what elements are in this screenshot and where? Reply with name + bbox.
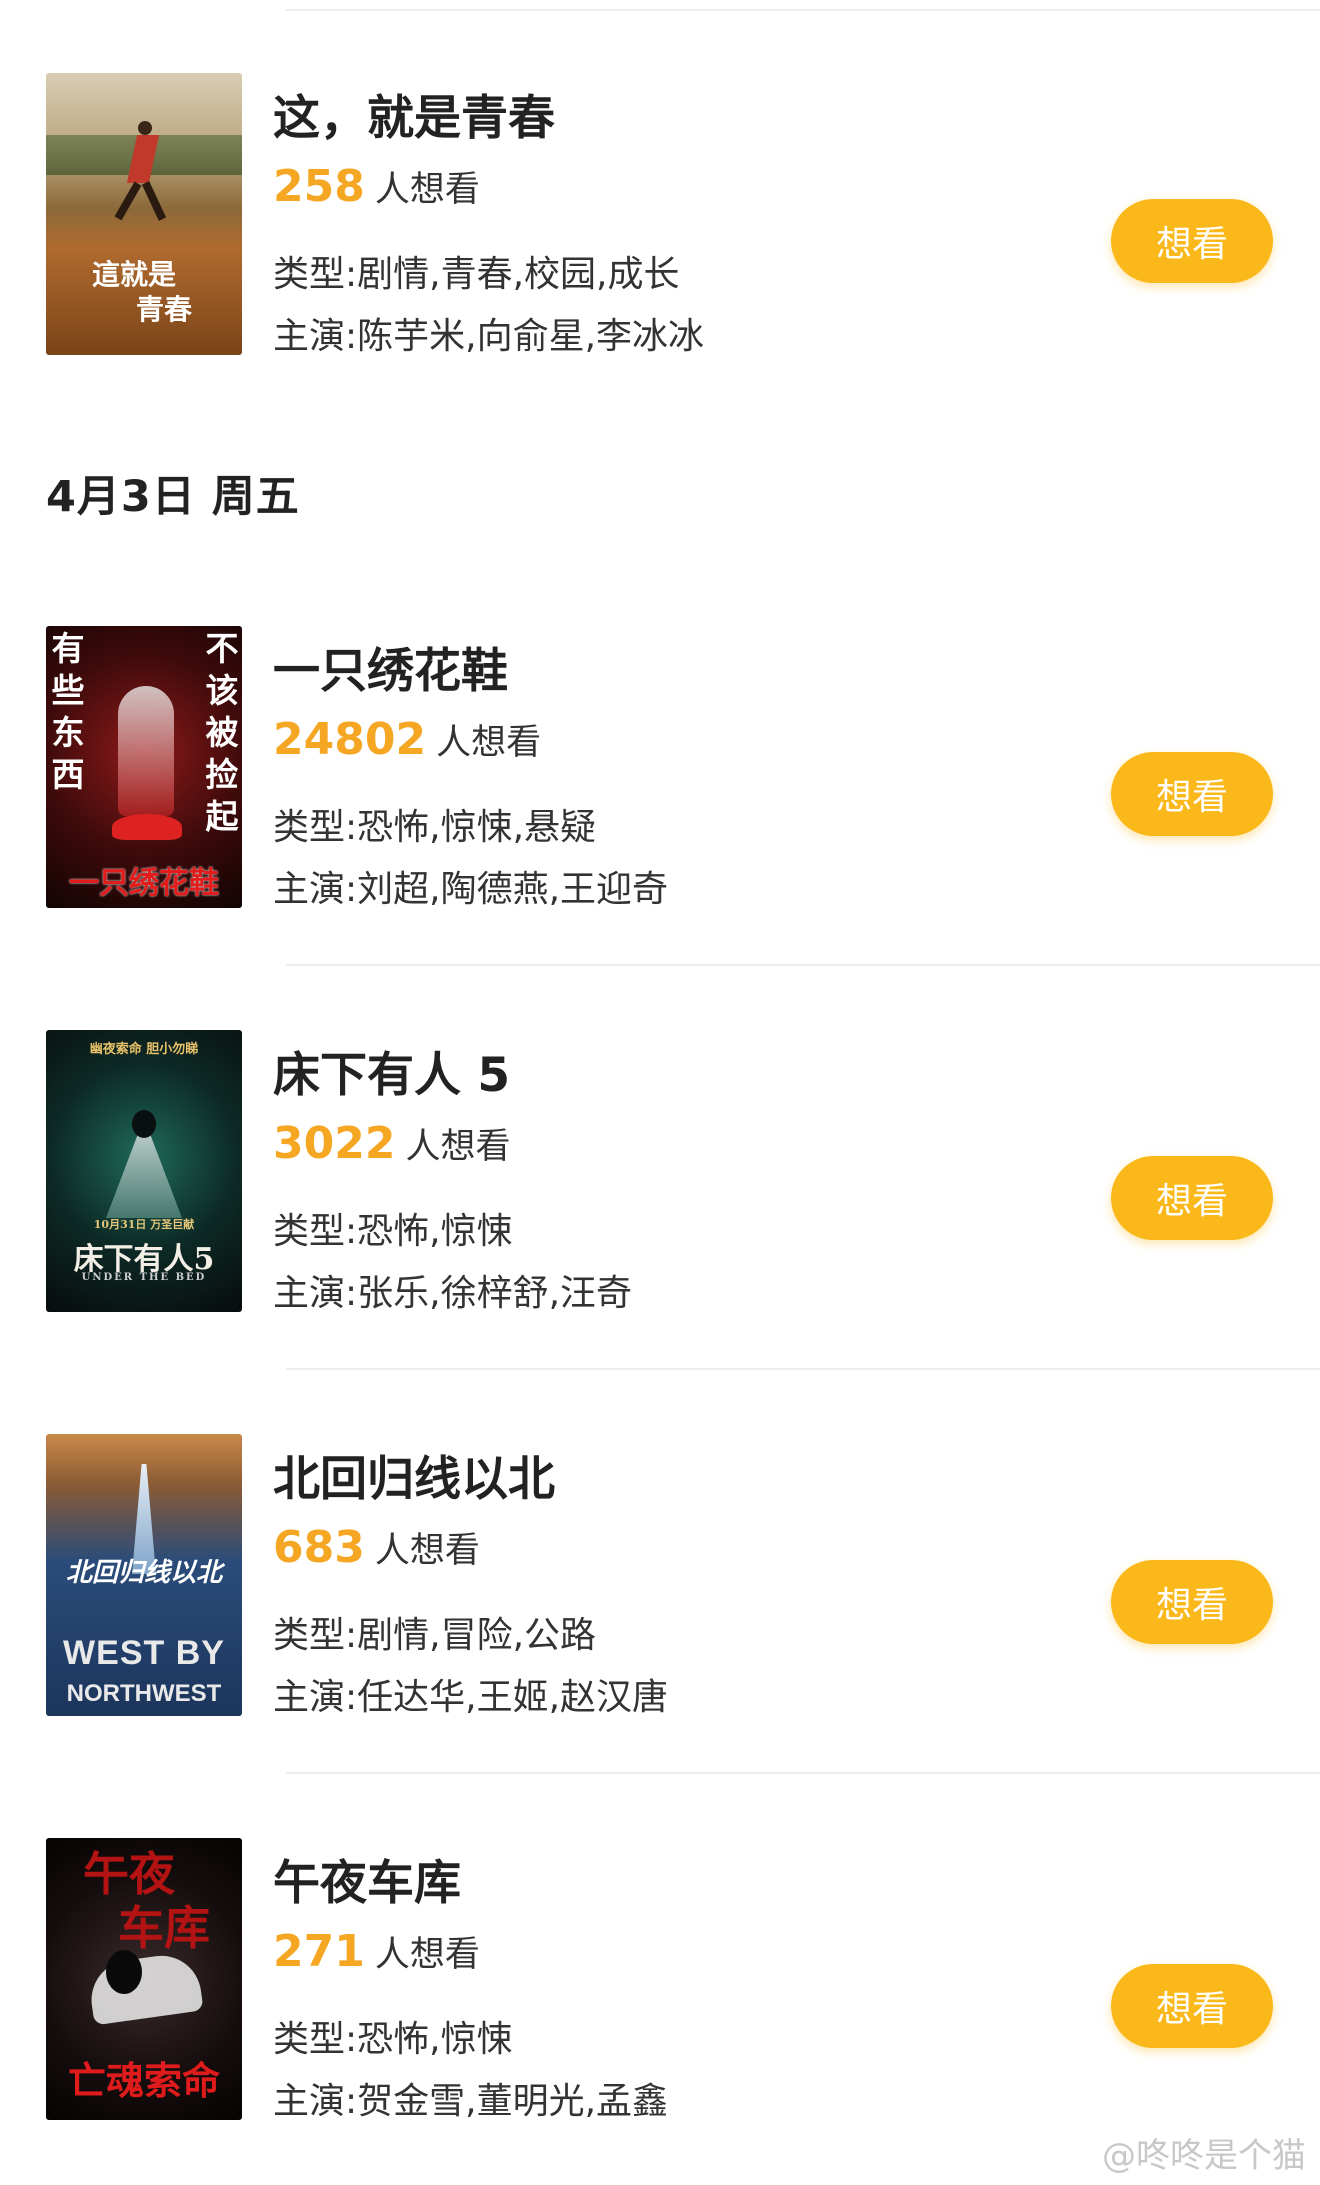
want-suffix: 人想看 [374,170,480,210]
want-button[interactable]: 想看 [1111,199,1273,283]
poster-text: 不该被捡起 [205,629,239,836]
want-count-row: 3022 人想看 [273,1118,510,1169]
movie-genre: 类型:剧情,青春,校园,成长 [273,254,680,295]
want-suffix: 人想看 [374,1935,480,1975]
divider [286,9,1320,11]
divider [286,964,1320,966]
movie-cast: 主演:贺金雪,董明光,孟鑫 [273,2081,669,2122]
movie-cast: 主演:陈芋米,向俞星,李冰冰 [273,316,705,357]
want-button[interactable]: 想看 [1111,1156,1273,1240]
movie-title[interactable]: 北回归线以北 [273,1440,555,1509]
poster-text: UNDER THE BED [81,1272,207,1283]
movie-title[interactable]: 床下有人 5 [273,1036,510,1105]
movie-poster[interactable]: 有些东西 不该被捡起 一只绣花鞋 [46,626,242,908]
movie-item[interactable]: 這就是 青春 这，就是青春 258 人想看 类型:剧情,青春,校园,成长 主演:陈… [0,73,1320,358]
movie-genre: 类型:剧情,冒险,公路 [273,1615,597,1656]
movie-cast: 主演:任达华,王姬,赵汉唐 [273,1677,669,1718]
want-button[interactable]: 想看 [1111,1560,1273,1644]
want-count: 3022 [273,1118,396,1169]
movie-cast: 主演:张乐,徐梓舒,汪奇 [273,1273,633,1314]
poster-text: 亡魂索命 [67,2058,220,2103]
movie-title[interactable]: 一只绣花鞋 [273,632,508,701]
want-button[interactable]: 想看 [1111,1964,1273,2048]
movie-cast: 主演:刘超,陶德燕,王迎奇 [273,869,669,910]
poster-text: 幽夜索命 胆小勿睇 [89,1042,199,1057]
movie-poster[interactable]: 這就是 青春 [46,73,242,355]
want-suffix: 人想看 [436,723,542,763]
movie-title[interactable]: 午夜车库 [273,1844,461,1913]
poster-text: 车库 [118,1901,210,1955]
movie-poster[interactable]: 午夜 车库 亡魂索命 [46,1838,242,2120]
movie-poster[interactable]: 北回归线以北 WEST BY NORTHWEST [46,1434,242,1716]
watermark: @咚咚是个猫 [1102,2136,1306,2176]
want-count: 683 [273,1522,365,1573]
poster-text: 青春 [135,293,192,326]
movie-poster[interactable]: 幽夜索命 胆小勿睇 10月31日 万圣巨献 床下有人5 UNDER THE BE… [46,1030,242,1312]
poster-text: 一只绣花鞋 [69,866,219,901]
movie-item[interactable]: 幽夜索命 胆小勿睇 10月31日 万圣巨献 床下有人5 UNDER THE BE… [0,1030,1320,1315]
poster-text: NORTHWEST [66,1680,222,1707]
movie-title[interactable]: 这，就是青春 [273,79,555,148]
want-count: 24802 [273,714,427,765]
want-count-row: 683 人想看 [273,1522,480,1573]
divider [286,1772,1320,1774]
want-suffix: 人想看 [374,1531,480,1571]
want-suffix: 人想看 [405,1127,511,1167]
poster-text: WEST BY [63,1634,225,1672]
poster-text: 有些东西 [51,629,85,794]
want-button[interactable]: 想看 [1111,752,1273,836]
movie-item[interactable]: 有些东西 不该被捡起 一只绣花鞋 一只绣花鞋 24802 人想看 类型:恐怖,惊悚… [0,626,1320,911]
want-count: 271 [273,1926,365,1977]
movie-item[interactable]: 北回归线以北 WEST BY NORTHWEST 北回归线以北 683 人想看 类… [0,1434,1320,1719]
want-count: 258 [273,161,365,212]
want-count-row: 271 人想看 [273,1926,480,1977]
movie-genre: 类型:恐怖,惊悚,悬疑 [273,807,597,848]
movie-genre: 类型:恐怖,惊悚 [273,2019,513,2060]
poster-text: 這就是 [91,258,176,291]
movie-item[interactable]: 午夜 车库 亡魂索命 午夜车库 271 人想看 类型:恐怖,惊悚 主演:贺金雪,董… [0,1838,1320,2123]
want-count-row: 258 人想看 [273,161,480,212]
movie-genre: 类型:恐怖,惊悚 [273,1211,513,1252]
divider [286,1368,1320,1370]
poster-text: 北回归线以北 [65,1558,222,1588]
poster-text: 10月31日 万圣巨献 [93,1218,195,1231]
date-header: 4月3日 周五 [46,472,300,522]
want-count-row: 24802 人想看 [273,714,541,765]
